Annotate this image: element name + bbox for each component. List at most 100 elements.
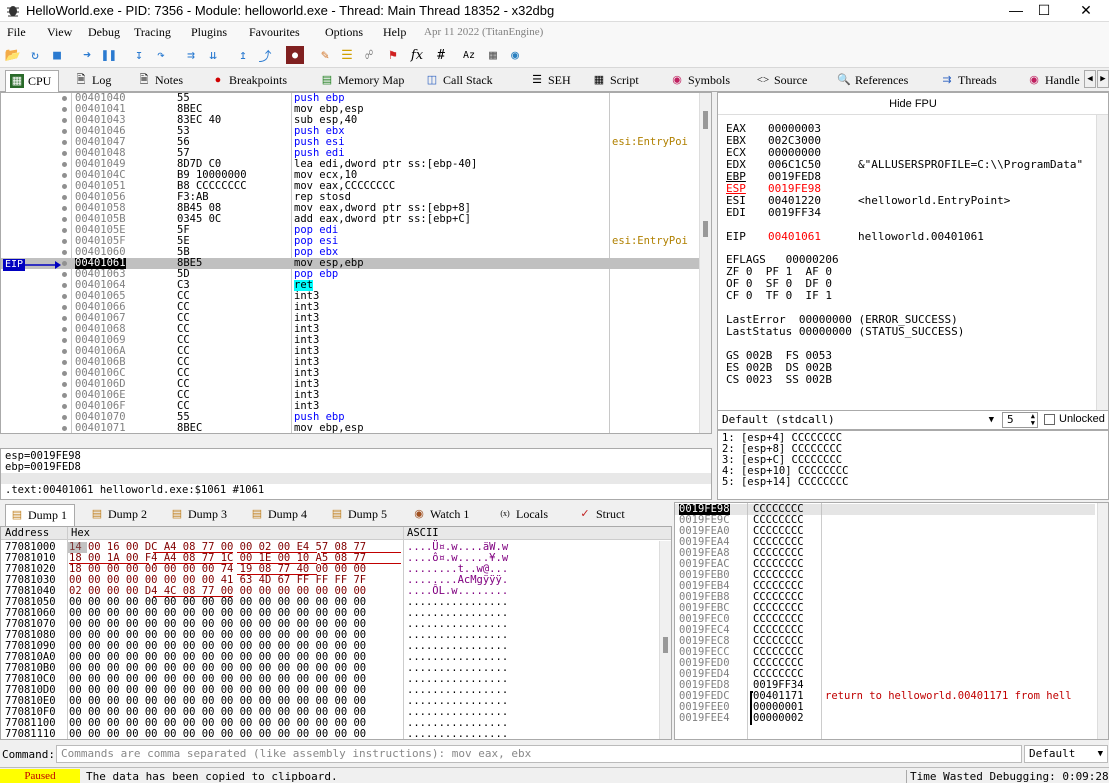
tab-struct[interactable]: ✓ Struct	[574, 504, 624, 526]
tab-scroll-right[interactable]: ▶	[1097, 70, 1109, 88]
breakpoint-dot-icon[interactable]	[62, 261, 67, 266]
menu-file[interactable]: File	[7, 25, 26, 40]
menu-favourites[interactable]: Favourites	[249, 25, 300, 40]
breakpoint-dot-icon[interactable]	[62, 173, 67, 178]
breakpoint-dot-icon[interactable]	[62, 371, 67, 376]
bookmark-icon[interactable]: ⚑	[384, 46, 402, 64]
tab-dump-1[interactable]: ▤ Dump 1	[5, 504, 75, 526]
breakpoint-dot-icon[interactable]	[62, 129, 67, 134]
breakpoint-dot-icon[interactable]	[62, 184, 67, 189]
breakpoint-dot-icon[interactable]	[62, 426, 67, 431]
tab-references[interactable]: 🔍 References	[833, 70, 908, 92]
patch-icon[interactable]: ✎	[316, 46, 334, 64]
open-icon[interactable]: 📂	[4, 46, 22, 64]
breakpoint-dot-icon[interactable]	[62, 294, 67, 299]
maximize-button[interactable]: ☐	[1021, 0, 1067, 22]
menu-options[interactable]: Options	[325, 25, 363, 40]
restart-icon[interactable]: ↻	[26, 46, 44, 64]
function-icon[interactable]: fx	[408, 46, 426, 64]
register-value[interactable]: 0019FF34	[768, 207, 821, 218]
tab-handle[interactable]: ◉ Handle	[1023, 70, 1079, 92]
breakpoint-dot-icon[interactable]	[62, 107, 67, 112]
tab-locals[interactable]: (x) Locals	[494, 504, 548, 526]
pause-icon[interactable]: ❚❚	[100, 46, 118, 64]
breakpoint-dot-icon[interactable]	[62, 217, 67, 222]
comment-icon[interactable]: ☰	[338, 46, 356, 64]
command-input[interactable]: Commands are comma separated (like assem…	[56, 745, 1022, 763]
breakpoint-dot-icon[interactable]	[62, 382, 67, 387]
tab-breakpoints[interactable]: ● Breakpoints	[207, 70, 287, 92]
tab-cpu[interactable]: ▦ CPU	[5, 70, 59, 92]
menu-plugins[interactable]: Plugins	[191, 25, 227, 40]
breakpoint-dot-icon[interactable]	[62, 239, 67, 244]
breakpoint-dot-icon[interactable]	[62, 228, 67, 233]
breakpoint-dot-icon[interactable]	[62, 272, 67, 277]
execute-till-return-icon[interactable]: ↥	[234, 46, 252, 64]
tab-scroll-left[interactable]: ◀	[1084, 70, 1096, 88]
register-value[interactable]: 006C1C50	[768, 159, 821, 170]
tab-script[interactable]: ▦ Script	[588, 70, 639, 92]
breakpoint-dot-icon[interactable]	[62, 206, 67, 211]
trace-into-icon[interactable]: ⇉	[182, 46, 200, 64]
breakpoint-dot-icon[interactable]	[62, 393, 67, 398]
script-icon[interactable]: ▦	[484, 46, 502, 64]
tab-dump-2[interactable]: ▤ Dump 2	[86, 504, 147, 526]
breakpoint-dot-icon[interactable]	[62, 349, 67, 354]
tab-seh[interactable]: ☰ SEH	[526, 70, 571, 92]
breakpoint-dot-icon[interactable]	[62, 327, 67, 332]
register-value[interactable]: 00000000	[768, 147, 821, 158]
tab-source[interactable]: <> Source	[752, 70, 808, 92]
register-value[interactable]: 002C3000	[768, 135, 821, 146]
dump-scrollbar[interactable]	[659, 541, 671, 739]
menu-tracing[interactable]: Tracing	[134, 25, 171, 40]
breakpoint-dot-icon[interactable]	[62, 338, 67, 343]
stack-scrollbar[interactable]	[1097, 503, 1108, 739]
breakpoint-dot-icon[interactable]	[62, 415, 67, 420]
menu-view[interactable]: View	[47, 25, 72, 40]
argument-row[interactable]: 5: [esp+14] CCCCCCCC	[722, 477, 848, 488]
disasm-scrollbar[interactable]	[699, 93, 711, 433]
register-value[interactable]: 0019FED8	[768, 171, 821, 182]
registers-scrollbar[interactable]	[1096, 115, 1108, 413]
stack-value[interactable]: 00000002	[753, 713, 804, 724]
breakpoint-dot-icon[interactable]	[62, 283, 67, 288]
breakpoint-dot-icon[interactable]	[62, 118, 67, 123]
breakpoint-dot-icon[interactable]	[62, 96, 67, 101]
register-value[interactable]: 00401220	[768, 195, 821, 206]
hide-fpu-button[interactable]: Hide FPU	[718, 93, 1108, 115]
label-icon[interactable]: ☍	[360, 46, 378, 64]
step-over-icon[interactable]: ↷	[152, 46, 170, 64]
hardware-icon[interactable]: ●	[286, 46, 304, 64]
breakpoint-dot-icon[interactable]	[62, 305, 67, 310]
registers-panel[interactable]: Hide FPU EAX 00000003 EBX 002C3000 ECX 000000…	[717, 92, 1109, 414]
breakpoint-dot-icon[interactable]	[62, 195, 67, 200]
breakpoint-dot-icon[interactable]	[62, 360, 67, 365]
breakpoint-dot-icon[interactable]	[62, 162, 67, 167]
register-value[interactable]: 0019FE98	[768, 183, 821, 194]
breakpoint-dot-icon[interactable]	[62, 151, 67, 156]
tab-threads[interactable]: ⇉ Threads	[936, 70, 996, 92]
disassembly-view[interactable]: 00401040 55 push ebp 00401041 8BEC mov ebp,es…	[0, 92, 712, 434]
stack-view[interactable]: 0019FE98 CCCCCCCC 0019FE9C CCCCCCCC 0019FEA0…	[674, 502, 1109, 740]
tab-dump-4[interactable]: ▤ Dump 4	[246, 504, 307, 526]
tab-call-stack[interactable]: ◫ Call Stack	[421, 70, 493, 92]
unlocked-checkbox[interactable]	[1044, 414, 1055, 425]
tab-watch-1[interactable]: ◉ Watch 1	[408, 504, 469, 526]
breakpoint-dot-icon[interactable]	[62, 316, 67, 321]
command-mode-select[interactable]: Default ▼	[1024, 745, 1108, 763]
breakpoint-dot-icon[interactable]	[62, 140, 67, 145]
stop-icon[interactable]: ■	[48, 46, 66, 64]
tab-dump-5[interactable]: ▤ Dump 5	[326, 504, 387, 526]
tab-notes[interactable]: 🗎 Notes	[133, 70, 183, 92]
disasm-row[interactable]: 00401071 8BEC mov ebp,esp	[1, 423, 699, 433]
register-value[interactable]: 00000003	[768, 123, 821, 134]
run-to-user-code-icon[interactable]: ⤴	[256, 46, 274, 65]
breakpoint-dot-icon[interactable]	[62, 250, 67, 255]
step-into-icon[interactable]: ↧	[130, 46, 148, 64]
tab-memory-map[interactable]: ▤ Memory Map	[316, 70, 405, 92]
strings-icon[interactable]: Az	[460, 46, 478, 64]
arguments-view[interactable]: 1: [esp+4] CCCCCCCC 2: [esp+8] CCCCCCCC 3:…	[717, 430, 1109, 500]
tab-dump-3[interactable]: ▤ Dump 3	[166, 504, 227, 526]
hash-icon[interactable]: #	[432, 46, 450, 64]
close-button[interactable]: ✕	[1063, 0, 1109, 22]
